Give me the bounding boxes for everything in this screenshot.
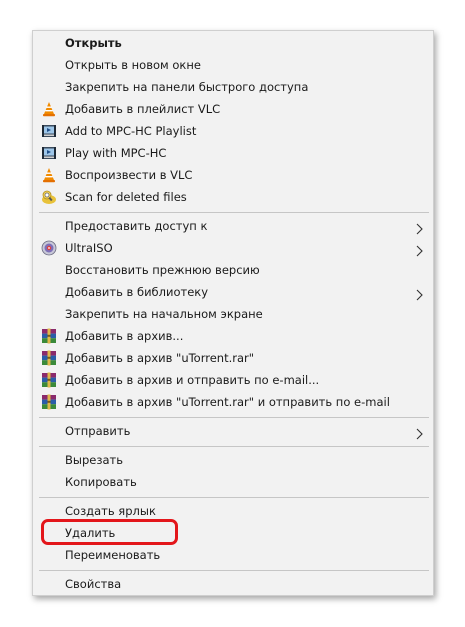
mpc-hc-icon — [41, 123, 57, 139]
menu-item-label: Play with MPC-HC — [65, 146, 167, 160]
menu-item-label: Закрепить на начальном экране — [65, 307, 263, 321]
winrar-icon — [41, 350, 57, 366]
menu-separator — [39, 212, 429, 213]
menu-item-give-access[interactable]: Предоставить доступ к — [33, 215, 433, 237]
menu-separator — [39, 417, 429, 418]
menu-item-label: Scan for deleted files — [65, 190, 187, 204]
menu-item-pin-quick-access[interactable]: Закрепить на панели быстрого доступа — [33, 76, 433, 98]
menu-item-scan-deleted[interactable]: Scan for deleted files — [33, 186, 433, 208]
menu-item-label: Открыть в новом окне — [65, 58, 201, 72]
chevron-right-icon — [413, 242, 425, 257]
menu-item-play-mpc[interactable]: Play with MPC-HC — [33, 142, 433, 164]
menu-separator — [39, 446, 429, 447]
chevron-right-icon — [413, 286, 425, 301]
menu-item-label: Добавить в библиотеку — [65, 285, 209, 299]
menu-item-label: Добавить в архив "uTorrent.rar" и отправ… — [65, 395, 390, 409]
ultraiso-icon — [41, 240, 57, 256]
menu-item-rename[interactable]: Переименовать — [33, 544, 433, 566]
menu-item-send-to[interactable]: Отправить — [33, 420, 433, 442]
menu-item-label: UltraISO — [65, 241, 113, 255]
recuva-icon — [41, 189, 57, 205]
menu-item-label: Добавить в архив и отправить по e-mail..… — [65, 373, 320, 387]
menu-item-open-new-window[interactable]: Открыть в новом окне — [33, 54, 433, 76]
chevron-right-icon — [413, 220, 425, 235]
menu-item-play-vlc[interactable]: Воспроизвести в VLC — [33, 164, 433, 186]
winrar-icon — [41, 328, 57, 344]
menu-item-add-mpc-playlist[interactable]: Add to MPC-HC Playlist — [33, 120, 433, 142]
delete-highlight-outline — [41, 519, 178, 545]
menu-item-add-archive[interactable]: Добавить в архив... — [33, 325, 433, 347]
menu-item-pin-start[interactable]: Закрепить на начальном экране — [33, 303, 433, 325]
vlc-icon — [41, 167, 57, 183]
context-menu: Открыть Открыть в новом окне Закрепить н… — [32, 30, 434, 596]
menu-item-open[interactable]: Открыть — [33, 32, 433, 54]
menu-item-label: Воспроизвести в VLC — [65, 168, 193, 182]
menu-item-label: Открыть — [65, 36, 122, 50]
menu-item-add-vlc-playlist[interactable]: Добавить в плейлист VLC — [33, 98, 433, 120]
menu-item-label: Добавить в архив "uTorrent.rar" — [65, 351, 255, 365]
menu-item-label: Восстановить прежнюю версию — [65, 263, 260, 277]
menu-item-label: Добавить в плейлист VLC — [65, 102, 221, 116]
menu-item-label: Переименовать — [65, 548, 161, 562]
menu-item-label: Копировать — [65, 475, 137, 489]
mpc-hc-icon — [41, 145, 57, 161]
menu-item-label: Отправить — [65, 424, 131, 438]
menu-item-label: Добавить в архив... — [65, 329, 184, 343]
menu-separator — [39, 497, 429, 498]
menu-item-label: Закрепить на панели быстрого доступа — [65, 80, 309, 94]
menu-item-properties[interactable]: Свойства — [33, 573, 433, 595]
menu-item-add-archive-named-email[interactable]: Добавить в архив "uTorrent.rar" и отправ… — [33, 391, 433, 413]
menu-item-label: Вырезать — [65, 453, 123, 467]
menu-item-ultraiso[interactable]: UltraISO — [33, 237, 433, 259]
menu-item-add-to-library[interactable]: Добавить в библиотеку — [33, 281, 433, 303]
chevron-right-icon — [413, 425, 425, 440]
menu-item-cut[interactable]: Вырезать — [33, 449, 433, 471]
menu-item-copy[interactable]: Копировать — [33, 471, 433, 493]
menu-item-label: Свойства — [65, 577, 122, 591]
menu-separator — [39, 570, 429, 571]
menu-item-label: Add to MPC-HC Playlist — [65, 124, 197, 138]
menu-item-restore-version[interactable]: Восстановить прежнюю версию — [33, 259, 433, 281]
menu-item-label: Предоставить доступ к — [65, 219, 208, 233]
winrar-icon — [41, 394, 57, 410]
menu-item-add-archive-email[interactable]: Добавить в архив и отправить по e-mail..… — [33, 369, 433, 391]
menu-item-add-archive-named[interactable]: Добавить в архив "uTorrent.rar" — [33, 347, 433, 369]
vlc-icon — [41, 101, 57, 117]
winrar-icon — [41, 372, 57, 388]
